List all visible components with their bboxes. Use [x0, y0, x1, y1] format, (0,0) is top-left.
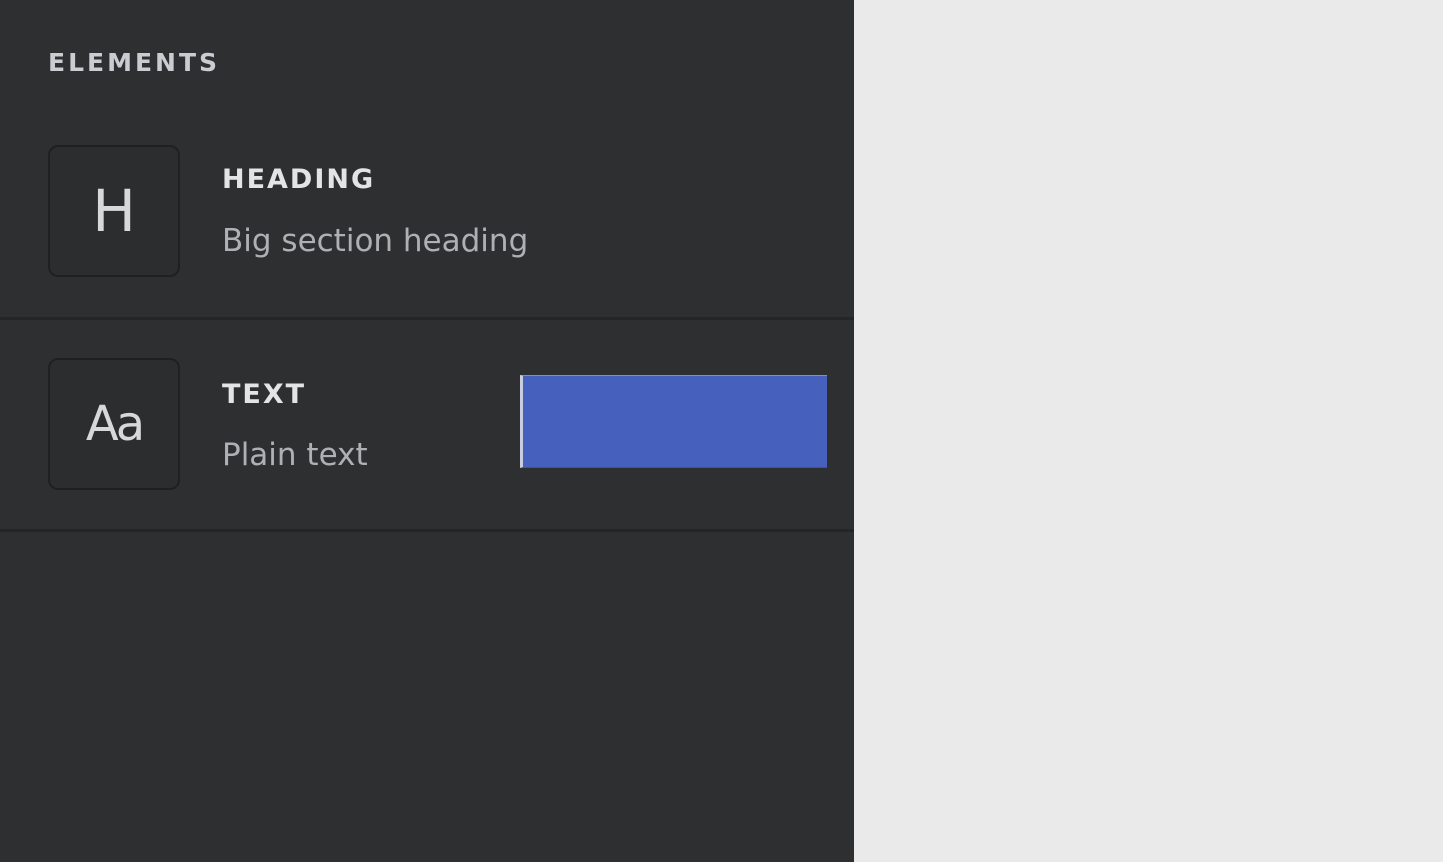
drag-drop-indicator[interactable] [520, 375, 827, 468]
text-icon: Aa [48, 358, 180, 490]
element-item-label: TEXT [222, 379, 307, 410]
heading-icon-glyph: H [92, 177, 136, 245]
element-item-heading[interactable]: H HEADING Big section heading [0, 108, 854, 320]
elements-section-title: ELEMENTS [48, 48, 221, 77]
text-icon-glyph: Aa [85, 396, 145, 452]
element-item-description: Plain text [222, 437, 368, 473]
element-item-label: HEADING [222, 164, 376, 195]
heading-icon: H [48, 145, 180, 277]
page-canvas[interactable] [854, 0, 1443, 862]
element-item-description: Big section heading [222, 223, 529, 259]
elements-panel: ELEMENTS H HEADING Big section heading A… [0, 0, 854, 862]
